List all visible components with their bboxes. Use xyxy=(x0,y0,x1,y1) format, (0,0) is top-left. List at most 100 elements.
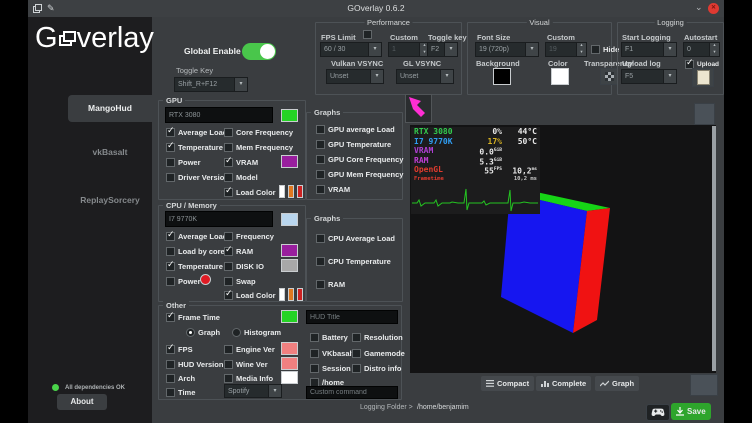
checkbox-graph-cpu-average-load[interactable]: CPU Average Load xyxy=(316,233,395,243)
checkbox-gpu-vram[interactable]: VRAM xyxy=(224,157,258,167)
checkbox-media-info[interactable]: Media Info xyxy=(224,373,273,383)
disk-io-color-swatch[interactable] xyxy=(281,259,298,272)
checkbox-gpu-average-load[interactable]: Average Load xyxy=(166,127,227,137)
wine-ver-color-swatch[interactable] xyxy=(281,357,298,370)
window-shade-icon[interactable]: ⌄ xyxy=(695,2,703,13)
global-enable-toggle[interactable] xyxy=(242,43,276,60)
autostart-spinbox[interactable]: 0 ▴▾ xyxy=(683,42,720,57)
ram-color-swatch[interactable] xyxy=(281,244,298,257)
checkbox-resolution[interactable]: Resolution xyxy=(352,332,403,342)
frame-time-color-swatch[interactable] xyxy=(281,310,298,323)
checkbox-ram[interactable]: RAM xyxy=(224,246,253,256)
checkbox-disk-io[interactable]: DISK IO xyxy=(224,261,264,271)
checkbox-frame-time[interactable]: Frame Time xyxy=(166,312,220,322)
font-custom-spinbox[interactable]: 19 ▴▾ xyxy=(545,42,587,57)
checkbox-graph-gpu-temperature[interactable]: GPU Temperature xyxy=(316,139,391,149)
chevron-down-icon[interactable]: ▾ xyxy=(440,70,453,83)
chevron-down-icon[interactable]: ▾ xyxy=(663,43,676,56)
spin-down-icon[interactable]: ▾ xyxy=(577,50,586,57)
chevron-down-icon[interactable]: ▾ xyxy=(368,43,381,56)
checkbox-vkbasalt[interactable]: VKbasalt xyxy=(310,348,354,358)
checkbox-cpu-frequency[interactable]: Frequency xyxy=(224,231,274,241)
view-graph-button[interactable]: Graph xyxy=(595,376,639,391)
logging-folder-path[interactable]: /home/benjamim xyxy=(417,404,469,411)
custom-command-input[interactable] xyxy=(306,386,398,399)
upload-file-button[interactable] xyxy=(692,68,714,87)
preview-corner-top-button[interactable] xyxy=(694,103,715,125)
checkbox-cpu-power[interactable]: Power xyxy=(166,276,201,286)
cpu-power-color-swatch[interactable] xyxy=(200,274,211,285)
hud-title-input[interactable] xyxy=(306,310,398,324)
checkbox-gpu-power[interactable]: Power xyxy=(166,157,201,167)
checkbox-fps[interactable]: FPS xyxy=(166,344,193,354)
checkbox-cpu-average-load[interactable]: Average Load xyxy=(166,231,227,241)
checkbox-swap[interactable]: Swap xyxy=(224,276,256,286)
checkbox-gpu-core-frequency[interactable]: Core Frequency xyxy=(224,127,293,137)
checkbox-wine-ver[interactable]: Wine Ver xyxy=(224,359,268,369)
window-close-button[interactable]: ✕ xyxy=(708,3,719,14)
chevron-down-icon[interactable]: ▾ xyxy=(268,385,281,397)
perf-toggle-key-dropdown[interactable]: F2▾ xyxy=(427,42,458,57)
engine-ver-color-swatch[interactable] xyxy=(281,342,298,355)
spinner-arrows[interactable]: ▴▾ xyxy=(576,43,586,56)
hide-checkbox[interactable]: Hide xyxy=(591,44,619,54)
preview-scrollbar[interactable] xyxy=(712,126,716,371)
about-button[interactable]: About xyxy=(57,394,107,410)
checkbox-graph-ram[interactable]: RAM xyxy=(316,279,345,289)
gpu-color-swatch[interactable] xyxy=(281,109,298,122)
checkbox-gpu-model[interactable]: Model xyxy=(224,172,258,182)
media-player-dropdown[interactable]: Spotify▾ xyxy=(224,384,282,398)
view-complete-button[interactable]: Complete xyxy=(536,376,591,391)
background-color-swatch[interactable] xyxy=(493,68,511,85)
start-logging-dropdown[interactable]: F1▾ xyxy=(621,42,677,57)
save-button[interactable]: Save xyxy=(671,403,711,420)
fps-custom-spinbox[interactable]: 1 ▴▾ xyxy=(388,42,430,57)
checkbox-gpu-load-color[interactable]: Load Color xyxy=(224,187,276,197)
sidebar-tab-mangohud[interactable]: MangoHud xyxy=(68,95,152,122)
checkbox-graph-gpu-core-frequency[interactable]: GPU Core Frequency xyxy=(316,154,403,164)
cpu-load-color-high-swatch[interactable] xyxy=(297,288,303,301)
checkbox-gpu-driver-version[interactable]: Driver Version xyxy=(166,172,229,182)
cpu-name-input[interactable] xyxy=(165,211,273,227)
gl-vsync-dropdown[interactable]: Unset▾ xyxy=(396,69,454,84)
upload-log-dropdown[interactable]: F5▾ xyxy=(621,69,677,84)
gpu-load-color-high-swatch[interactable] xyxy=(297,185,303,198)
checkbox-graph-cpu-temperature[interactable]: CPU Temperature xyxy=(316,256,391,266)
gpu-load-color-mid-swatch[interactable] xyxy=(288,185,294,198)
chevron-down-icon[interactable]: ▾ xyxy=(234,78,247,91)
radio-graph[interactable]: Graph xyxy=(186,327,220,337)
fps-limit-checkbox[interactable] xyxy=(363,29,372,39)
checkbox-load-by-core[interactable]: Load by core xyxy=(166,246,225,256)
checkbox-session[interactable]: Session xyxy=(310,363,351,373)
checkbox-distro-info[interactable]: Distro info xyxy=(352,363,402,373)
checkbox-gpu-mem-frequency[interactable]: Mem Frequency xyxy=(224,142,293,152)
checkbox-graph-vram[interactable]: VRAM xyxy=(316,184,350,194)
checkbox-gamemode[interactable]: Gamemode xyxy=(352,348,405,358)
checkbox-battery[interactable]: Battery xyxy=(310,332,348,342)
transparency-button[interactable] xyxy=(600,68,618,85)
spin-down-icon[interactable]: ▾ xyxy=(710,50,719,57)
preview-corner-bottom-button[interactable] xyxy=(690,374,718,396)
chevron-down-icon[interactable]: ▾ xyxy=(663,70,676,83)
sidebar-tab-vkbasalt[interactable]: vkBasalt xyxy=(68,147,152,157)
cpu-load-color-low-swatch[interactable] xyxy=(279,288,285,301)
sidebar-tab-replaysorcery[interactable]: ReplaySorcery xyxy=(68,195,152,205)
cpu-color-swatch[interactable] xyxy=(281,213,298,226)
view-compact-button[interactable]: Compact xyxy=(481,376,534,391)
vram-color-swatch[interactable] xyxy=(281,155,298,168)
checkbox-graph-gpu-average-load[interactable]: GPU average Load xyxy=(316,124,395,134)
font-size-dropdown[interactable]: 19 (720p)▾ xyxy=(475,42,539,57)
cpu-load-color-mid-swatch[interactable] xyxy=(288,288,294,301)
checkbox-gpu-temperature[interactable]: Temperature xyxy=(166,142,223,152)
checkbox-arch[interactable]: Arch xyxy=(166,373,195,383)
chevron-down-icon[interactable]: ▾ xyxy=(525,43,538,56)
spinner-arrows[interactable]: ▴▾ xyxy=(709,43,719,56)
hud-position-button[interactable] xyxy=(405,94,432,123)
chevron-down-icon[interactable]: ▾ xyxy=(444,43,457,56)
checkbox-time[interactable]: Time xyxy=(166,387,195,397)
fps-limit-dropdown[interactable]: 60 / 30▾ xyxy=(320,42,382,57)
checkbox-cpu-load-color[interactable]: Load Color xyxy=(224,290,276,300)
gpu-name-input[interactable] xyxy=(165,107,273,123)
checkbox-engine-ver[interactable]: Engine Ver xyxy=(224,344,275,354)
gamepad-button[interactable] xyxy=(646,404,670,421)
